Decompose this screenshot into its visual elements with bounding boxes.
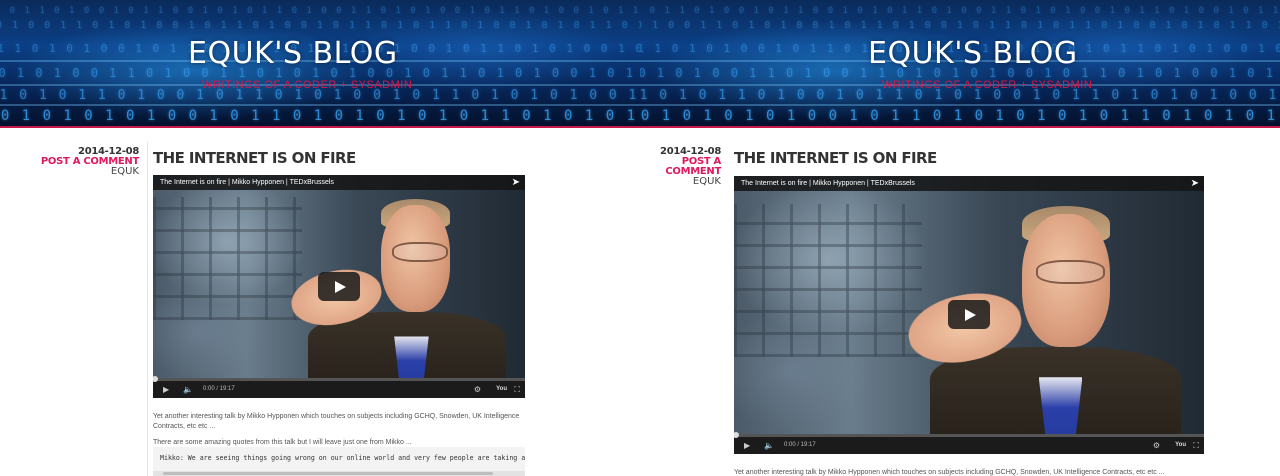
binary-pattern: 0 1 0 1 1 0 1 0 0 1 0 1 1 0 0 1 0 1 0 1 … <box>0 6 640 16</box>
post-meta: 2014-12-08 POST A COMMENT EQUK <box>40 147 139 177</box>
video-title[interactable]: The Internet is on fire | Mikko Hypponen… <box>741 180 915 187</box>
captions-icon[interactable]: ⚙ <box>474 381 481 398</box>
header-divider <box>0 126 640 128</box>
site-title[interactable]: EQUK'S BLOG <box>188 36 398 71</box>
site-tagline: WRITINGS OF A CODER + SYSADMIN <box>882 79 1093 91</box>
video-player[interactable]: The Internet is on fire | Mikko Hypponen… <box>734 176 1204 454</box>
post-title[interactable]: THE INTERNET IS ON FIRE <box>734 149 937 167</box>
youtube-logo[interactable]: You <box>496 381 507 398</box>
video-title-bar: The Internet is on fire | Mikko Hypponen… <box>153 175 525 190</box>
post-paragraph: Yet another interesting talk by Mikko Hy… <box>734 469 1165 476</box>
post-author[interactable]: EQUK <box>640 177 721 187</box>
site-header: 0 1 0 1 1 0 1 0 0 1 0 1 1 0 0 1 0 1 0 1 … <box>640 0 1280 128</box>
banner-line <box>640 104 1280 106</box>
speaker-glasses <box>1036 259 1106 285</box>
share-icon[interactable]: ➤ <box>1191 176 1199 191</box>
volume-icon[interactable]: 🔈 <box>183 381 193 398</box>
site-header: 0 1 0 1 1 0 1 0 0 1 0 1 1 0 0 1 0 1 0 1 … <box>0 0 640 128</box>
binary-pattern: 1 0 1 0 1 0 1 0 1 0 0 1 0 1 1 0 1 0 1 0 … <box>0 108 638 124</box>
play-icon[interactable]: ▶ <box>744 437 750 454</box>
captions-icon[interactable]: ⚙ <box>1153 437 1160 454</box>
fullscreen-icon[interactable]: ⛶ <box>514 381 520 398</box>
site-tagline: WRITINGS OF A CODER + SYSADMIN <box>202 79 413 91</box>
video-title[interactable]: The Internet is on fire | Mikko Hypponen… <box>160 179 334 186</box>
video-background <box>734 203 922 357</box>
video-title-bar: The Internet is on fire | Mikko Hypponen… <box>734 176 1204 191</box>
post-title[interactable]: THE INTERNET IS ON FIRE <box>153 149 356 167</box>
youtube-logo[interactable]: You <box>1175 437 1186 454</box>
binary-pattern: 1 0 1 0 1 0 1 0 1 0 0 1 0 1 1 0 1 0 1 0 … <box>640 108 1278 124</box>
volume-icon[interactable]: 🔈 <box>764 437 774 454</box>
binary-pattern: 1 0 1 0 0 1 1 0 1 0 1 0 0 1 0 1 1 0 1 0 … <box>0 20 640 31</box>
post-comment-link[interactable]: POST A COMMENT <box>640 157 721 177</box>
video-time: 0:00 / 19:17 <box>784 442 816 448</box>
banner-line <box>0 104 640 106</box>
video-progress-handle[interactable] <box>153 376 158 382</box>
content-divider <box>147 142 148 476</box>
speaker-glasses <box>392 242 448 263</box>
video-time: 0:00 / 19:17 <box>203 386 235 392</box>
post-paragraph: Yet another interesting talk by Mikko Hy… <box>153 413 520 430</box>
play-icon[interactable]: ▶ <box>163 381 169 398</box>
binary-pattern: 0 1 0 1 1 0 1 0 0 1 0 1 1 0 0 1 0 1 0 1 … <box>640 6 1280 16</box>
video-background <box>153 197 302 320</box>
fullscreen-icon[interactable]: ⛶ <box>1193 437 1199 454</box>
post-meta: 2014-12-08 POST A COMMENT EQUK <box>640 147 721 187</box>
play-button[interactable] <box>318 271 360 301</box>
video-controls: ▶ 🔈 0:00 / 19:17 ⚙ You ⛶ <box>153 376 525 398</box>
header-divider <box>640 126 1280 128</box>
share-icon[interactable]: ➤ <box>512 175 520 190</box>
play-button[interactable] <box>948 300 990 329</box>
quote-text: Mikko: We are seeing things going wrong … <box>160 454 525 462</box>
post-author[interactable]: EQUK <box>40 167 139 177</box>
video-controls: ▶ 🔈 0:00 / 19:17 ⚙ You ⛶ <box>734 432 1204 454</box>
scrollbar-thumb[interactable] <box>163 472 493 475</box>
horizontal-scrollbar[interactable] <box>153 471 525 476</box>
video-progress-handle[interactable] <box>734 432 739 438</box>
browser-pane-right: 0 1 0 1 1 0 1 0 0 1 0 1 1 0 0 1 0 1 0 1 … <box>640 0 1280 476</box>
site-title[interactable]: EQUK'S BLOG <box>868 36 1078 71</box>
code-quote-block: Mikko: We are seeing things going wrong … <box>153 447 525 476</box>
video-player[interactable]: The Internet is on fire | Mikko Hypponen… <box>153 175 525 398</box>
browser-pane-left: 0 1 0 1 1 0 1 0 0 1 0 1 1 0 0 1 0 1 0 1 … <box>0 0 640 476</box>
binary-pattern: 1 0 1 0 0 1 1 0 1 0 1 0 0 1 0 1 1 0 1 0 … <box>640 20 1280 31</box>
